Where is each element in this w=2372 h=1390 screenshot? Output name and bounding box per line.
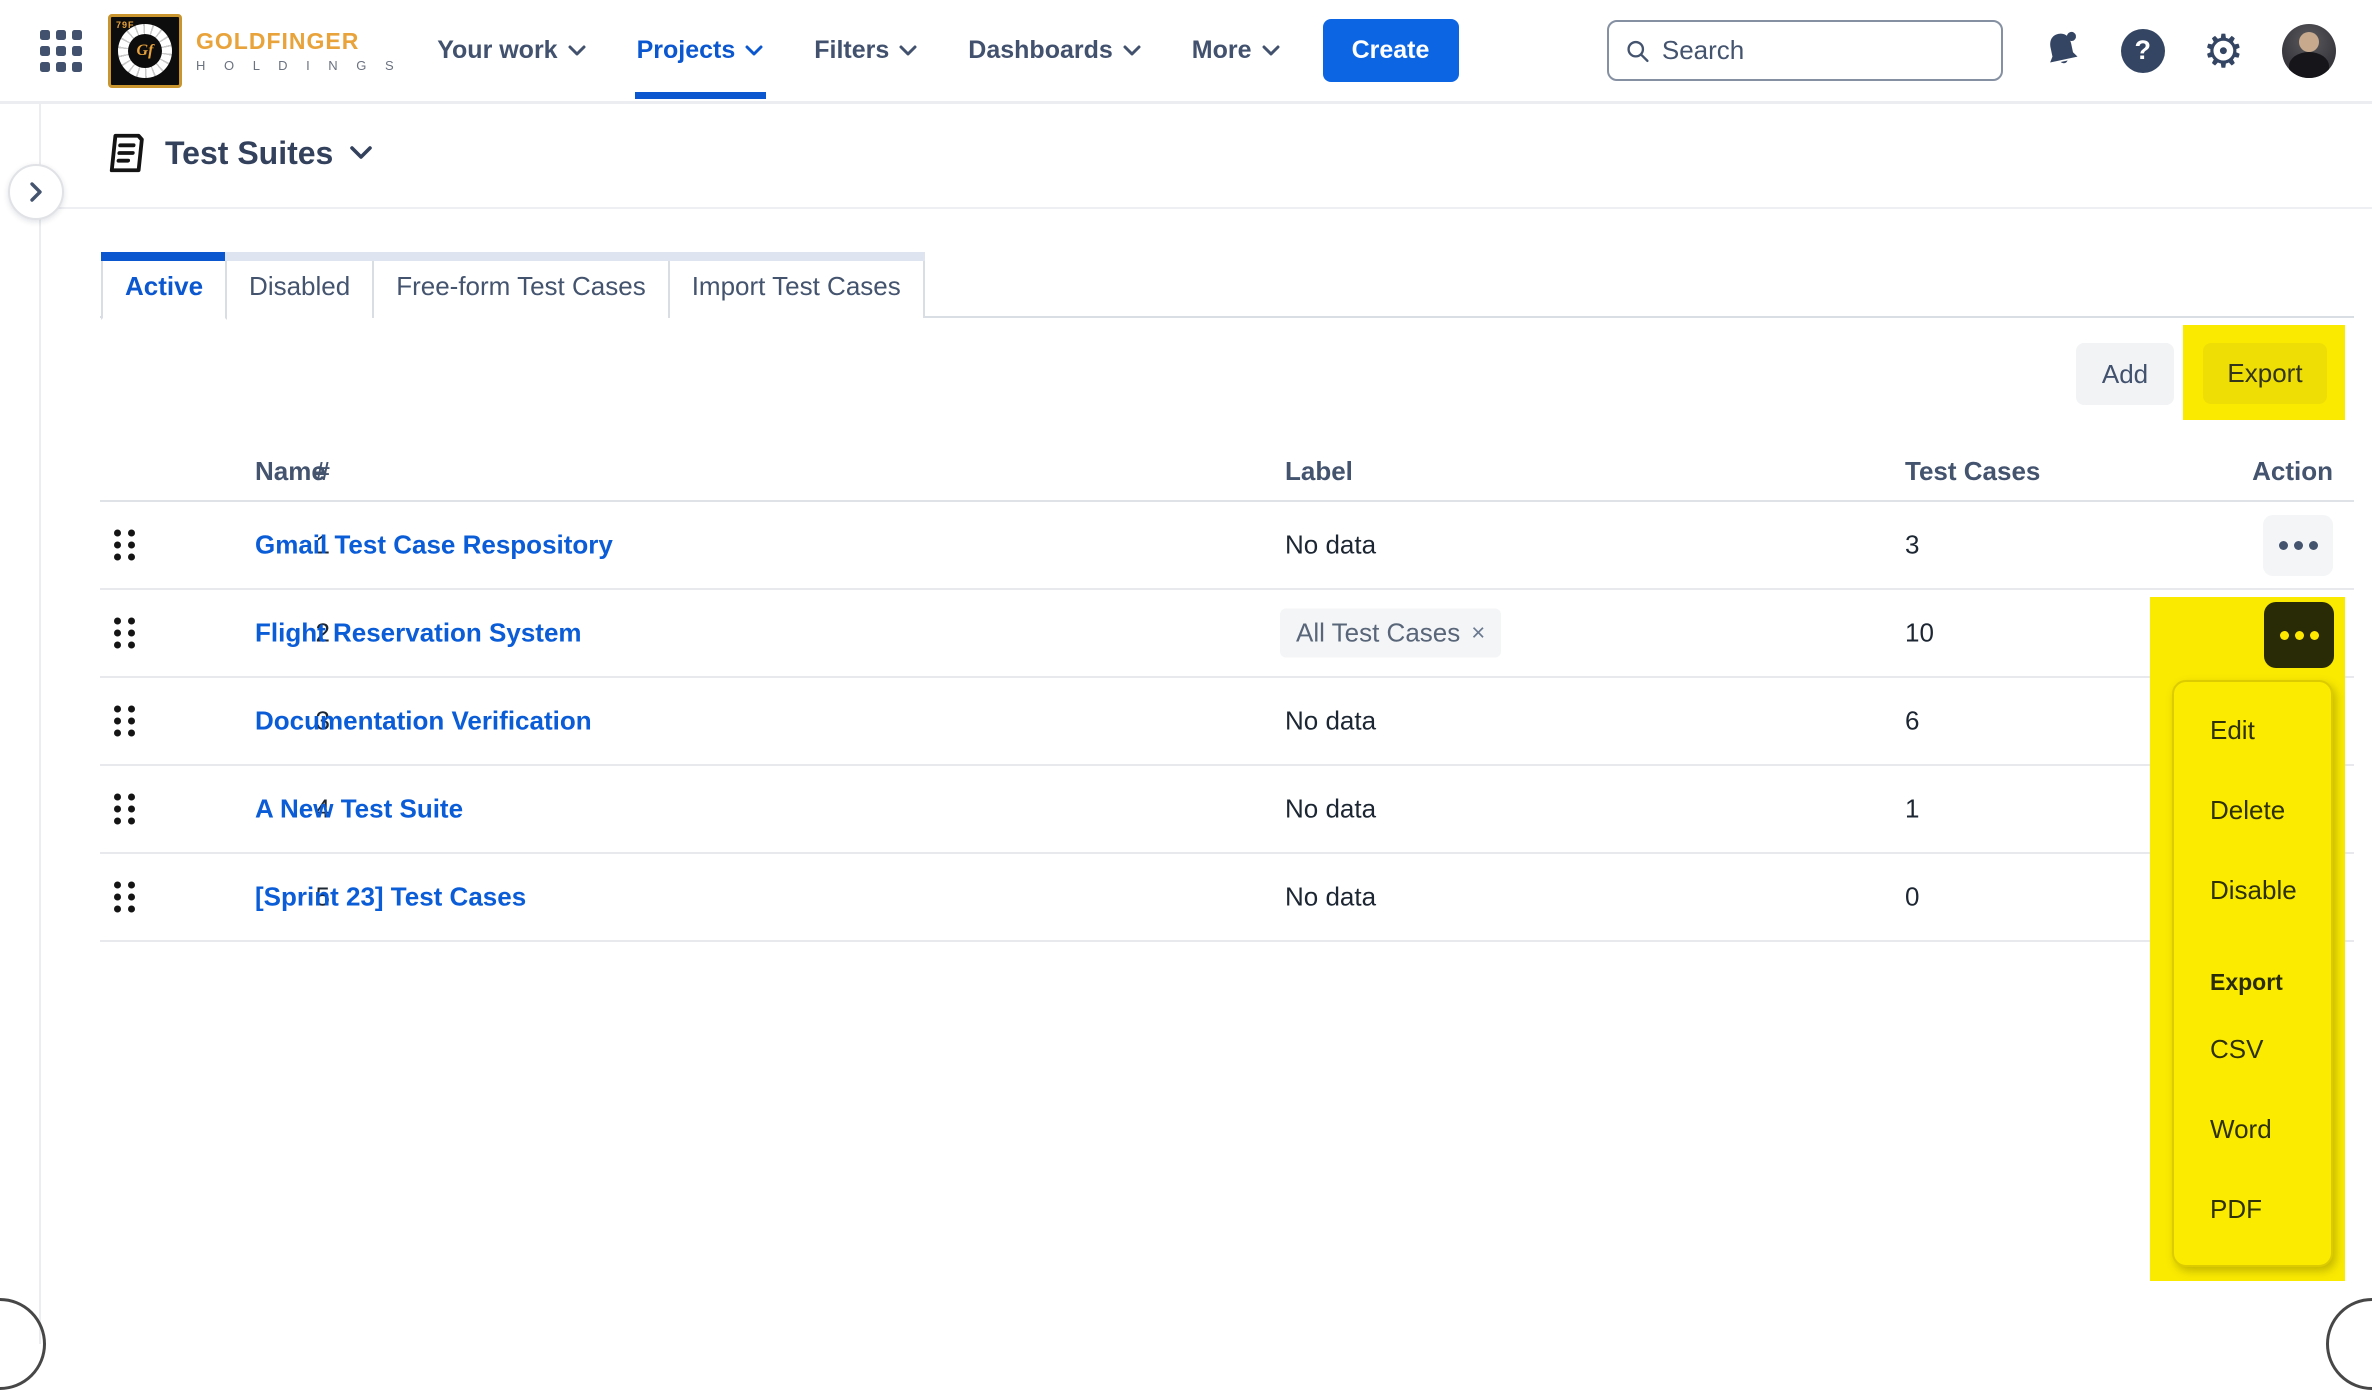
nav-item-label: Projects <box>637 36 736 65</box>
test-suite-link[interactable]: A New Test Suite <box>255 794 463 825</box>
logo-corner-mark: 79F <box>116 20 135 30</box>
nav-item-more[interactable]: More <box>1192 36 1281 65</box>
drag-handle-icon[interactable] <box>114 706 135 737</box>
tab-import-test-cases[interactable]: Import Test Cases <box>668 252 925 318</box>
page-header: Test Suites <box>104 130 374 176</box>
sidebar-divider <box>39 104 41 1344</box>
chevron-down-icon <box>1261 44 1281 58</box>
table-row: 3 Documentation Verification No data 6 <box>100 678 2354 766</box>
add-button[interactable]: Add <box>2076 343 2174 405</box>
chevron-down-icon <box>567 44 587 58</box>
document-lines-icon <box>102 130 153 176</box>
label-cell: No data <box>1285 530 1376 561</box>
app-switcher-icon[interactable] <box>40 30 82 72</box>
label-cell: No data <box>1285 882 1376 913</box>
export-button[interactable]: Export <box>2203 343 2327 404</box>
title-divider <box>41 207 2372 209</box>
drag-handle-icon[interactable] <box>114 882 135 913</box>
chip-remove-icon[interactable]: × <box>1471 619 1485 647</box>
label-cell: No data <box>1285 706 1376 737</box>
menu-item-delete[interactable]: Delete <box>2210 795 2285 826</box>
test-cases-count: 10 <box>1905 618 1934 649</box>
nav-item-label: Dashboards <box>968 36 1112 65</box>
column-header-label: Label <box>1285 456 1353 487</box>
chevron-right-icon <box>28 180 44 204</box>
label-chip-text: All Test Cases <box>1296 618 1460 649</box>
menu-section-export: Export <box>2210 969 2283 996</box>
logo-monogram: Gf <box>128 34 162 68</box>
test-suite-link[interactable]: Gmail Test Case Respository <box>255 530 613 561</box>
drag-handle-icon[interactable] <box>114 530 135 561</box>
global-search[interactable] <box>1607 20 2003 81</box>
user-avatar[interactable] <box>2282 24 2336 78</box>
test-suites-table: # Name Label Test Cases Action 1 Gmail T… <box>100 448 2354 942</box>
row-actions-menu: Edit Delete Disable Export CSV Word PDF <box>2172 680 2333 1267</box>
export-button-highlight: Export <box>2183 325 2345 420</box>
nav-right-cluster: ? ⚙ <box>1607 20 2372 81</box>
primary-nav: Your work Projects Filters Dashboards Mo… <box>437 36 1280 65</box>
row-actions-button-active[interactable] <box>2264 602 2334 668</box>
notifications-bell-icon[interactable] <box>2041 30 2083 72</box>
search-icon <box>1625 37 1650 65</box>
sidebar-expand-button[interactable] <box>8 164 64 220</box>
drag-handle-icon[interactable] <box>114 618 135 649</box>
logo-company-name: GOLDFINGER <box>196 28 401 55</box>
nav-item-dashboards[interactable]: Dashboards <box>968 36 1141 65</box>
tab-free-form-test-cases[interactable]: Free-form Test Cases <box>372 252 669 318</box>
logo-gear-ring: Gf <box>118 24 172 78</box>
menu-item-edit[interactable]: Edit <box>2210 715 2255 746</box>
create-button[interactable]: Create <box>1323 19 1459 82</box>
action-menu-highlight: Edit Delete Disable Export CSV Word PDF <box>2150 597 2345 1281</box>
test-suite-link[interactable]: Documentation Verification <box>255 706 592 737</box>
app-window: { "nav": { "logo": { "corner_mark": "79F… <box>0 0 2372 1344</box>
menu-item-disable[interactable]: Disable <box>2210 875 2297 906</box>
drag-handle-icon[interactable] <box>114 794 135 825</box>
table-row: 5 [Sprint 23] Test Cases No data 0 <box>100 854 2354 942</box>
test-cases-count: 0 <box>1905 882 1919 913</box>
help-icon[interactable]: ? <box>2121 29 2165 73</box>
page-title: Test Suites <box>165 135 333 172</box>
logo-text: GOLDFINGER H O L D I N G S <box>196 28 401 73</box>
nav-item-your-work[interactable]: Your work <box>437 36 586 65</box>
test-suite-link[interactable]: Flight Reservation System <box>255 618 582 649</box>
nav-item-projects[interactable]: Projects <box>637 36 765 65</box>
company-logo[interactable]: 79F Gf GOLDFINGER H O L D I N G S <box>108 14 401 88</box>
logo-mark: 79F Gf <box>108 14 182 88</box>
table-row: 4 A New Test Suite No data 1 <box>100 766 2354 854</box>
test-cases-count: 3 <box>1905 530 1919 561</box>
top-navigation-bar: 79F Gf GOLDFINGER H O L D I N G S Your w… <box>0 0 2372 104</box>
test-cases-count: 6 <box>1905 706 1919 737</box>
tab-bar: Active Disabled Free-form Test Cases Imp… <box>103 252 925 320</box>
table-row: 1 Gmail Test Case Respository No data 3 <box>100 502 2354 590</box>
menu-item-export-word[interactable]: Word <box>2210 1114 2272 1145</box>
column-header-name: Name <box>255 456 326 487</box>
test-suite-link[interactable]: [Sprint 23] Test Cases <box>255 882 526 913</box>
chevron-down-icon <box>1122 44 1142 58</box>
tab-active[interactable]: Active <box>101 252 227 320</box>
tab-disabled[interactable]: Disabled <box>225 252 374 318</box>
column-header-action: Action <box>2140 456 2333 487</box>
column-header-test-cases: Test Cases <box>1905 456 2040 487</box>
label-cell: No data <box>1285 794 1376 825</box>
nav-item-label: Your work <box>437 36 557 65</box>
label-chip: All Test Cases × <box>1280 609 1501 658</box>
logo-division-name: H O L D I N G S <box>196 58 401 73</box>
title-dropdown-chevron-icon[interactable] <box>348 144 374 162</box>
row-actions-button[interactable] <box>2263 515 2333 576</box>
window-corner-bottom-right <box>2326 1298 2372 1390</box>
nav-item-label: Filters <box>814 36 889 65</box>
table-header-row: # Name Label Test Cases Action <box>100 448 2354 502</box>
table-row: 2 Flight Reservation System All Test Cas… <box>100 590 2354 678</box>
nav-item-label: More <box>1192 36 1252 65</box>
settings-gear-icon[interactable]: ⚙ <box>2203 28 2244 74</box>
nav-item-filters[interactable]: Filters <box>814 36 918 65</box>
chevron-down-icon <box>744 44 764 58</box>
menu-item-export-csv[interactable]: CSV <box>2210 1034 2263 1065</box>
menu-item-export-pdf[interactable]: PDF <box>2210 1194 2262 1225</box>
chevron-down-icon <box>898 44 918 58</box>
search-input[interactable] <box>1662 35 1985 66</box>
test-cases-count: 1 <box>1905 794 1919 825</box>
